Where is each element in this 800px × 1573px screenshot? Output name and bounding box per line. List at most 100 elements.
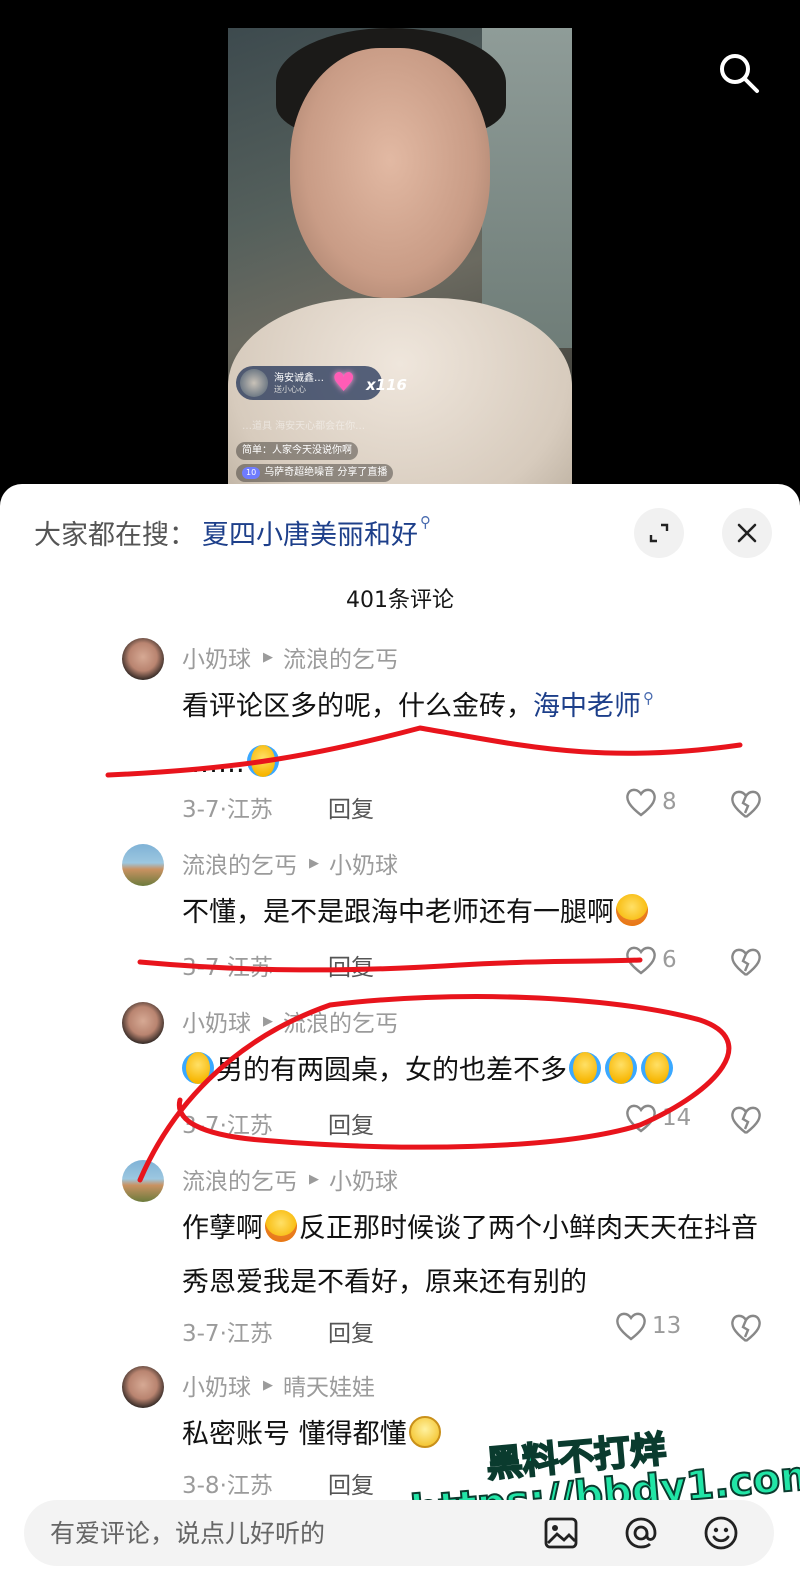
emoji-button[interactable] bbox=[700, 1512, 742, 1554]
like-button[interactable]: 6 bbox=[624, 944, 677, 976]
laugh-cry-emoji-icon bbox=[246, 745, 279, 777]
comment-input-bar[interactable] bbox=[24, 1500, 774, 1566]
laugh-cry-emoji-icon bbox=[182, 1052, 214, 1084]
comment-names: 小奶球 ▶ 晴天娃娃 bbox=[182, 1368, 375, 1402]
hot-search-term[interactable]: 夏四小唐美丽和好 bbox=[202, 513, 418, 552]
comment-text-part: 男的有两圆桌，女的也差不多 bbox=[216, 1055, 567, 1086]
dislike-button[interactable] bbox=[728, 786, 764, 822]
mention-button[interactable] bbox=[620, 1512, 662, 1554]
heart-icon bbox=[626, 788, 656, 817]
search-button[interactable] bbox=[712, 46, 766, 100]
avatar[interactable] bbox=[122, 638, 164, 680]
image-icon bbox=[544, 1517, 578, 1549]
comment-reply-to[interactable]: 流浪的乞丐 bbox=[283, 1004, 398, 1038]
like-count: 8 bbox=[662, 789, 677, 815]
reply-button[interactable]: 回复 bbox=[328, 948, 374, 982]
comment-names: 流浪的乞丐 ▶ 小奶球 bbox=[182, 846, 398, 880]
dislike-button[interactable] bbox=[728, 1310, 764, 1346]
comment-user[interactable]: 小奶球 bbox=[182, 1368, 251, 1402]
chat-line: 10 乌萨奇超绝噪音 分享了直播 bbox=[236, 464, 394, 482]
close-button[interactable] bbox=[722, 508, 772, 558]
like-count: 6 bbox=[662, 947, 677, 973]
comment-names: 流浪的乞丐 ▶ 小奶球 bbox=[182, 1162, 398, 1196]
comment-item: 流浪的乞丐 ▶ 小奶球 不懂，是不是跟海中老师还有一腿啊 3-7·江苏 回复 6 bbox=[0, 844, 800, 994]
fan-level-badge: 10 bbox=[242, 467, 261, 479]
broken-heart-icon bbox=[731, 1314, 761, 1342]
comment-text: 不懂，是不是跟海中老师还有一腿啊 bbox=[182, 886, 762, 940]
reply-button[interactable]: 回复 bbox=[328, 790, 374, 824]
dislike-button[interactable] bbox=[728, 1102, 764, 1138]
comment-text: 男的有两圆桌，女的也差不多 bbox=[180, 1044, 760, 1098]
video-person-face bbox=[290, 48, 490, 298]
comment-user[interactable]: 小奶球 bbox=[182, 1004, 251, 1038]
live-video-area[interactable]: 海安诚鑫… 送小心心 ♥ x116 …道具 海安天心都会在你… 简单：人家今天没… bbox=[0, 0, 800, 500]
laugh-cry-emoji-icon bbox=[605, 1052, 637, 1084]
comment-reply-to[interactable]: 晴天娃娃 bbox=[283, 1368, 375, 1402]
comment-reply-to[interactable]: 小奶球 bbox=[329, 1162, 398, 1196]
comment-meta: 3-8·江苏 bbox=[182, 1473, 273, 1499]
search-icon: ⚲ bbox=[420, 513, 431, 531]
avatar[interactable] bbox=[122, 1002, 164, 1044]
live-user-name: 海安诚鑫… bbox=[274, 372, 324, 384]
like-count: 13 bbox=[652, 1313, 682, 1339]
chat-line-text: 乌萨奇超绝噪音 分享了直播 bbox=[264, 467, 388, 478]
search-icon: ⚲ bbox=[643, 689, 654, 707]
comment-input[interactable] bbox=[50, 1518, 510, 1548]
comment-item: 小奶球 ▶ 流浪的乞丐 男的有两圆桌，女的也差不多 3-7·江苏 回复 14 bbox=[0, 1002, 800, 1152]
comment-meta: 3-7·江苏 bbox=[182, 1113, 273, 1139]
image-button[interactable] bbox=[540, 1512, 582, 1554]
comment-text: 私密账号 懂得都懂 bbox=[182, 1408, 762, 1462]
comment-user[interactable]: 流浪的乞丐 bbox=[182, 1162, 297, 1196]
reply-arrow-icon: ▶ bbox=[309, 1171, 319, 1187]
comment-text-part: ……. bbox=[182, 748, 245, 779]
heart-icon bbox=[616, 1312, 646, 1341]
emoji-icon bbox=[704, 1516, 738, 1550]
broken-heart-icon bbox=[731, 1106, 761, 1134]
gift-multiplier: x116 bbox=[366, 376, 407, 394]
expand-icon bbox=[649, 523, 669, 543]
comment-count: 401条评论 bbox=[346, 588, 454, 613]
like-button[interactable]: 14 bbox=[624, 1102, 691, 1134]
comment-meta: 3-7·江苏 bbox=[182, 955, 273, 981]
broken-heart-icon bbox=[731, 790, 761, 818]
like-button[interactable]: 13 bbox=[614, 1310, 681, 1342]
hot-search-label: 大家都在搜： bbox=[34, 519, 196, 551]
comment-text: 看评论区多的呢，什么金砖，海中老师 ⚲ ……. bbox=[182, 680, 762, 791]
reply-arrow-icon: ▶ bbox=[263, 649, 273, 665]
like-count: 14 bbox=[662, 1105, 692, 1131]
comment-user[interactable]: 流浪的乞丐 bbox=[182, 846, 297, 880]
search-icon bbox=[720, 54, 759, 93]
comment-text: 作孽啊 反正那时候谈了两个小鲜肉天天在抖音秀恩爱我是不看好，原来还有别的 bbox=[182, 1202, 762, 1310]
comment-text-part: 看评论区多的呢，什么金砖， bbox=[182, 691, 533, 722]
avatar[interactable] bbox=[122, 1160, 164, 1202]
reply-button[interactable]: 回复 bbox=[328, 1314, 374, 1348]
comment-sheet: 大家都在搜： 夏四小唐美丽和好 ⚲ 401条评论 小奶球 ▶ 流浪的乞丐 看评论… bbox=[0, 484, 800, 1573]
reply-arrow-icon: ▶ bbox=[263, 1013, 273, 1029]
comment-user[interactable]: 小奶球 bbox=[182, 640, 251, 674]
avatar[interactable] bbox=[122, 1366, 164, 1408]
heart-icon bbox=[626, 1104, 656, 1133]
like-button[interactable]: 8 bbox=[624, 786, 677, 818]
laugh-cry-emoji-icon bbox=[641, 1052, 673, 1084]
avatar bbox=[240, 369, 268, 397]
video-frame[interactable]: 海安诚鑫… 送小心心 ♥ x116 …道具 海安天心都会在你… 简单：人家今天没… bbox=[228, 28, 572, 488]
expand-button[interactable] bbox=[634, 508, 684, 558]
reply-button[interactable]: 回复 bbox=[328, 1466, 374, 1500]
comment-item: 小奶球 ▶ 流浪的乞丐 看评论区多的呢，什么金砖，海中老师 ⚲ ……. 3-7·江… bbox=[0, 638, 800, 828]
comment-search-link[interactable]: 海中老师 bbox=[533, 691, 641, 722]
comment-names: 小奶球 ▶ 流浪的乞丐 bbox=[182, 640, 398, 674]
live-user-sub: 送小心心 bbox=[274, 384, 306, 394]
reply-button[interactable]: 回复 bbox=[328, 1106, 374, 1140]
comment-text-part: 不懂，是不是跟海中老师还有一腿啊 bbox=[182, 897, 614, 928]
comment-reply-to[interactable]: 小奶球 bbox=[329, 846, 398, 880]
grinning-tears-emoji-icon bbox=[265, 1210, 297, 1242]
heart-icon bbox=[626, 946, 656, 975]
close-icon bbox=[737, 523, 757, 543]
avatar[interactable] bbox=[122, 844, 164, 886]
laugh-cry-emoji-icon bbox=[569, 1052, 601, 1084]
comment-reply-to[interactable]: 流浪的乞丐 bbox=[283, 640, 398, 674]
reply-arrow-icon: ▶ bbox=[263, 1377, 273, 1393]
hot-search-bar[interactable]: 大家都在搜： 夏四小唐美丽和好 ⚲ bbox=[34, 512, 431, 552]
dislike-button[interactable] bbox=[728, 944, 764, 980]
at-icon bbox=[625, 1517, 657, 1549]
